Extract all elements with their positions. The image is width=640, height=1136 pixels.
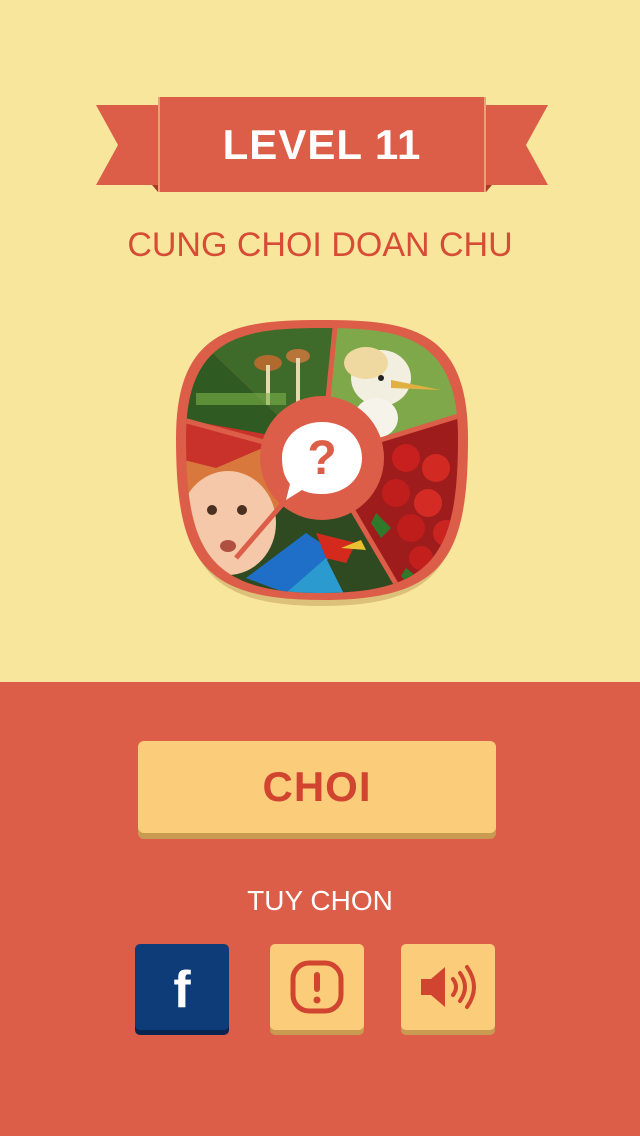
svg-text:?: ? xyxy=(307,432,336,485)
options-label: TUY CHON xyxy=(247,885,393,916)
level-label: LEVEL 11 xyxy=(222,120,422,168)
exclamation-icon xyxy=(290,960,344,1014)
picture-collage: ? xyxy=(176,318,468,618)
sound-button[interactable] xyxy=(401,944,495,1030)
facebook-button[interactable]: f xyxy=(135,944,229,1030)
speaker-icon xyxy=(421,965,476,1009)
info-button[interactable] xyxy=(270,944,364,1030)
question-bubble-icon: ? xyxy=(260,396,384,520)
play-button[interactable]: CHOI xyxy=(138,741,496,833)
level-banner: LEVEL 11 xyxy=(96,97,548,192)
facebook-icon: f xyxy=(173,961,191,1019)
game-subtitle: CUNG CHOI DOAN CHU xyxy=(127,226,513,264)
